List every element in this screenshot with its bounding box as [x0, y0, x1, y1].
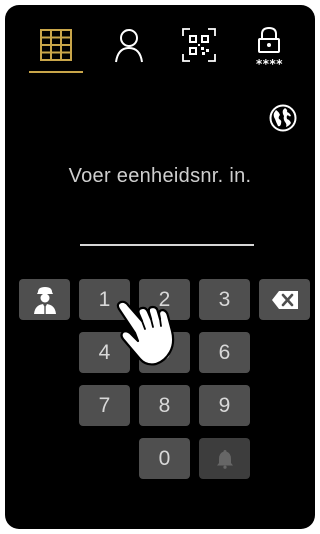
- key-6[interactable]: 6: [199, 332, 250, 373]
- key-5[interactable]: 5: [139, 332, 190, 373]
- tab-contacts[interactable]: [105, 23, 153, 67]
- tab-keypad[interactable]: [32, 23, 80, 67]
- entry-underline: [80, 244, 254, 246]
- tab-qr-code[interactable]: [175, 23, 223, 67]
- backspace-button[interactable]: [259, 279, 310, 320]
- key-1[interactable]: 1: [79, 279, 130, 320]
- active-tab-indicator: [29, 71, 83, 73]
- keypad-grid-icon: [40, 29, 72, 61]
- key-2[interactable]: 2: [139, 279, 190, 320]
- bell-icon: [216, 449, 233, 469]
- key-8[interactable]: 8: [139, 385, 190, 426]
- pin-code-label: ****: [255, 57, 283, 71]
- backspace-icon: [271, 290, 298, 309]
- globe-icon: [269, 104, 297, 132]
- qr-code-icon: [182, 28, 216, 62]
- person-icon: [115, 29, 143, 63]
- key-9[interactable]: 9: [199, 385, 250, 426]
- key-3[interactable]: 3: [199, 279, 250, 320]
- key-0[interactable]: 0: [139, 438, 190, 479]
- call-bell-button[interactable]: [199, 438, 250, 479]
- concierge-icon: [33, 286, 56, 314]
- concierge-button[interactable]: [19, 279, 70, 320]
- language-button[interactable]: [269, 104, 297, 132]
- prompt-text: Voer eenheidsnr. in.: [68, 165, 252, 187]
- key-7[interactable]: 7: [79, 385, 130, 426]
- key-4[interactable]: 4: [79, 332, 130, 373]
- unit-number-field[interactable]: [80, 210, 254, 242]
- intercom-screen: **** Voer eenheidsnr. in. 1 2 3 4 5 6 7 …: [5, 5, 315, 529]
